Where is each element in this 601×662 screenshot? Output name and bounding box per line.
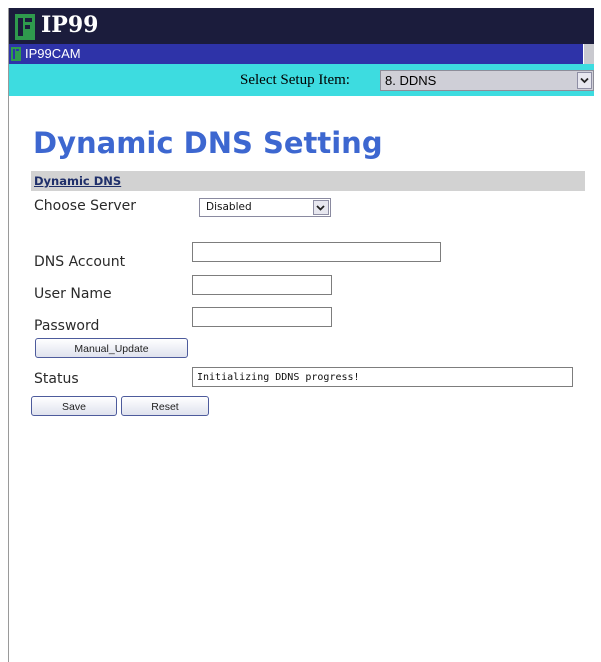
status-field (192, 367, 573, 387)
device-bar: IP99CAM (9, 44, 594, 64)
frame-scrollbar[interactable] (583, 44, 594, 64)
server-selected: Disabled (206, 201, 252, 213)
dns-account-input[interactable] (192, 242, 441, 262)
section-header: Dynamic DNS (31, 171, 585, 191)
server-dropdown-button[interactable] (313, 200, 329, 215)
section-title: Dynamic DNS (34, 174, 122, 188)
ip99-logo-icon (15, 14, 35, 40)
status-label: Status (34, 371, 79, 387)
setup-item-selected: 8. DDNS (385, 73, 437, 88)
manual-update-button[interactable]: Manual_Update (35, 338, 188, 358)
server-select[interactable]: Disabled (199, 198, 331, 217)
logo-bar: IP99 (9, 8, 594, 44)
setup-item-bar: Select Setup Item: 8. DDNS (9, 64, 594, 96)
chevron-down-icon (580, 77, 589, 84)
device-name: IP99CAM (25, 46, 81, 61)
dns-account-label: DNS Account (34, 254, 126, 270)
chevron-down-icon (316, 205, 325, 211)
setup-item-label: Select Setup Item: (240, 72, 350, 88)
save-button[interactable]: Save (31, 396, 117, 416)
setup-item-dropdown-button[interactable] (577, 72, 592, 89)
password-label: Password (34, 318, 100, 334)
user-name-label: User Name (34, 286, 112, 302)
logo-text: IP99 (41, 12, 99, 38)
page-title: Dynamic DNS Setting (33, 126, 383, 160)
camera-setup-frame: IP99 IP99CAM Select Setup Item: 8. DDNS … (8, 8, 594, 662)
setup-item-select[interactable]: 8. DDNS (380, 70, 594, 91)
camera-logo-icon (11, 47, 21, 61)
reset-button[interactable]: Reset (121, 396, 209, 416)
choose-server-label: Choose Server (34, 198, 137, 214)
password-input[interactable] (192, 307, 332, 327)
user-name-input[interactable] (192, 275, 332, 295)
